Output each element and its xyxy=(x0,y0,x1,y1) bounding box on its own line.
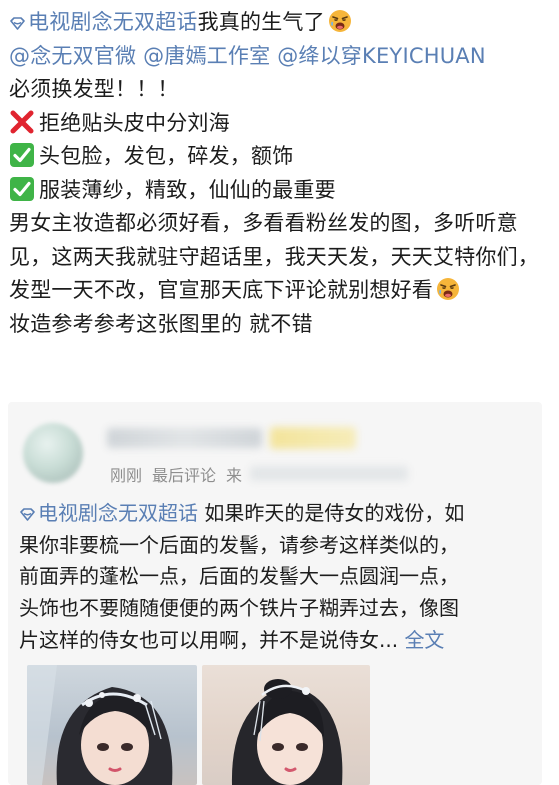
comment-line-1: 电视剧念无双超话 如果昨天的是侍女的戏份，如 xyxy=(19,498,547,530)
comment-text: 电视剧念无双超话 如果昨天的是侍女的戏份，如 果你非要梳一个后面的发髻，请参考这… xyxy=(19,498,547,657)
green-check-icon xyxy=(10,176,34,201)
reject-line: 拒绝贴头皮中分刘海 xyxy=(9,107,554,141)
mentions-line: @念无双官微 @唐嫣工作室 @绛以穿KEYICHUAN xyxy=(9,40,554,74)
check-line-1: 头包脸，发包，碎发，额饰 xyxy=(9,140,554,174)
comment-image-1[interactable] xyxy=(27,665,197,785)
post-paragraph: 男女主妆造都必须好看，多看看粉丝发的图，多听听意见，这两天我就驻守超话里，我天天… xyxy=(9,211,539,302)
commenter-badge-blurred xyxy=(270,427,356,449)
comment-source-blurred xyxy=(250,466,408,481)
mention-1[interactable]: @念无双官微 xyxy=(9,44,136,68)
commenter-avatar[interactable] xyxy=(23,423,83,483)
green-check-icon xyxy=(10,143,34,167)
comment-line-2: 果你非要梳一个后面的发髻，请参考这样类似的， xyxy=(19,532,459,557)
portrait-illustration xyxy=(27,665,173,785)
diamond-topic-icon xyxy=(10,17,25,30)
comment-from: 来 xyxy=(226,466,243,485)
portrait-illustration xyxy=(231,679,343,785)
last-line: 妆造参考参考这张图里的 就不错 xyxy=(9,311,313,336)
headline-text: 我真的生气了 xyxy=(197,10,325,34)
comment-image-2[interactable] xyxy=(202,665,370,785)
comment-label: 最后评论 xyxy=(152,466,217,485)
mention-3[interactable]: @绛以穿KEYICHUAN xyxy=(277,44,486,68)
must-line: 必须换发型！！！ xyxy=(9,77,179,101)
angry-face-icon xyxy=(437,278,459,300)
angry-face-icon xyxy=(328,10,351,32)
comment-topic-link[interactable]: 电视剧念无双超话 xyxy=(19,501,198,525)
red-x-icon xyxy=(10,110,34,133)
diamond-topic-icon xyxy=(20,508,35,521)
comment-time: 刚刚 xyxy=(110,466,143,485)
read-more-link[interactable]: 全文 xyxy=(404,628,444,652)
post-body: 电视剧念无双超话我真的生气了 @念无双官微 @唐嫣工作室 @绛以穿KEYICHU… xyxy=(9,6,554,341)
post-headline: 电视剧念无双超话我真的生气了 xyxy=(9,6,554,40)
commenter-name-blurred[interactable] xyxy=(107,428,262,448)
comment-line-3: 前面弄的蓬松一点，后面的发髻大一点圆润一点， xyxy=(19,564,459,589)
comment-line-5: 片这样的侍女也可以用啊，并不是说侍女... 全文 xyxy=(19,627,445,652)
check-line-2: 服装薄纱，精致，仙仙的最重要 xyxy=(9,174,554,208)
topic-link[interactable]: 电视剧念无双超话 xyxy=(9,10,198,34)
comment-line-4: 头饰也不要随随便便的两个铁片子糊弄过去，像图 xyxy=(19,596,459,621)
mention-2[interactable]: @唐嫣工作室 xyxy=(143,44,270,68)
comment-meta: 刚刚 最后评论来 xyxy=(110,462,252,486)
